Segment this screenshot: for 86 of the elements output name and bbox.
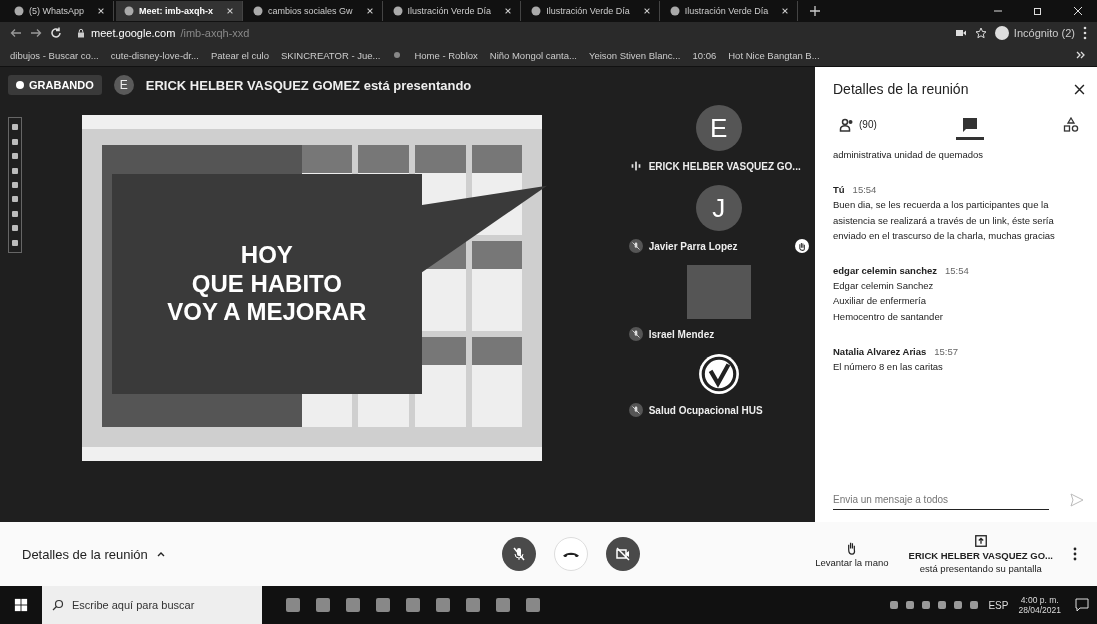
panel-tab[interactable]: (90)	[833, 112, 883, 140]
participant-avatar: E	[695, 105, 742, 151]
camera-button[interactable]	[606, 537, 640, 571]
clock[interactable]: 4:00 p. m. 28/04/2021	[1018, 595, 1061, 615]
favicon-icon	[124, 6, 135, 16]
video-placeholder	[686, 265, 751, 319]
lock-icon	[76, 28, 86, 38]
recording-dot-icon	[16, 81, 24, 89]
panel-title: Detalles de la reunión	[833, 81, 969, 97]
participant-name: Israel Mendez	[648, 328, 715, 340]
bookmark[interactable]: dibujos - Buscar co...	[10, 49, 99, 61]
message-time: 15:54	[852, 183, 877, 198]
shapes-icon	[1063, 116, 1079, 133]
close-icon[interactable]	[1074, 83, 1085, 95]
organization-logo-icon	[697, 353, 740, 395]
browser-tab[interactable]: Ilustración Verde Día	[384, 1, 522, 21]
browser-tab[interactable]: Meet: imb-axqh-x	[116, 1, 244, 21]
message-text: Auxiliar de enfermería	[833, 294, 927, 309]
hang-up-button[interactable]	[554, 537, 588, 571]
muted-mic-icon	[511, 546, 527, 562]
language-indicator[interactable]: ESP	[988, 599, 1009, 611]
bookmark[interactable]: Niño Mongol canta...	[489, 49, 577, 61]
message-text: administrativa unidad de quemados	[833, 148, 984, 162]
presenter-avatar: E	[113, 75, 134, 95]
browser-tab[interactable]: cambios sociales Gw	[245, 1, 383, 21]
meeting-details-button[interactable]: Detalles de la reunión	[22, 546, 322, 562]
participant-name: ERICK HELBER VASQUEZ GO...	[648, 160, 801, 172]
chat-icon	[961, 116, 978, 133]
people-icon	[839, 116, 855, 133]
bookmark[interactable]: cute-disney-love-dr...	[110, 49, 199, 61]
forward-icon[interactable]	[30, 27, 42, 39]
incognito-button[interactable]: Incógnito (2)	[994, 26, 1075, 40]
more-bookmarks-icon[interactable]	[1075, 49, 1087, 61]
slide-heading: QUE HABITO	[191, 269, 342, 299]
message-text: El número 8 en las caritas	[833, 359, 944, 374]
browser-tab[interactable]: Ilustración Verde Día	[661, 1, 799, 21]
presenting-button[interactable]: ERICK HELBER VASQUEZ GO... está presentando su pantalla	[908, 534, 1053, 574]
favicon-icon	[14, 6, 24, 16]
menu-icon[interactable]	[1083, 26, 1087, 40]
present-screen-icon	[973, 534, 988, 548]
favicon-icon	[392, 6, 403, 16]
message-sender: Natalia Alvarez Arias	[833, 344, 927, 359]
new-tab-icon[interactable]	[810, 6, 821, 16]
star-icon[interactable]	[974, 27, 987, 39]
message-text: Edgar celemin Sanchez	[833, 279, 935, 294]
participant-name: Javier Parra Lopez	[648, 240, 738, 252]
microphone-button[interactable]	[502, 537, 536, 571]
slide-heading: HOY	[240, 240, 293, 270]
presenter-title: ERICK HELBER VASQUEZ GOMEZ está presentando	[145, 77, 472, 93]
recording-label: GRABANDO	[29, 79, 94, 91]
message-time: 15:57	[934, 344, 959, 359]
favicon-icon	[253, 6, 264, 16]
taskbar-search-field[interactable]: Escribe aquí para buscar	[42, 586, 262, 624]
windows-start-icon[interactable]	[14, 598, 28, 612]
slide-heading: VOY A MEJORAR	[167, 298, 367, 328]
camera-off-icon	[615, 546, 631, 562]
message-sender: Tú	[833, 183, 845, 198]
bookmark[interactable]: Patear el culo	[210, 49, 269, 61]
bookmark[interactable]: 10:06	[692, 49, 717, 61]
raise-hand-button[interactable]: Levantar la mano	[815, 540, 889, 568]
participant-name: Salud Ocupacional HUS	[648, 404, 763, 416]
message-time: 15:54	[945, 263, 969, 278]
phone-icon	[563, 550, 579, 558]
message-text: Buen dia, se les recuerda a los participantes que la asistencia se realizará a través de un link, éste sería enviado en el trascurso de la charla, muchas gracias	[833, 198, 1056, 243]
reload-icon[interactable]	[50, 27, 62, 39]
browser-tab[interactable]: (5) WhatsApp	[6, 1, 115, 21]
notifications-icon[interactable]	[1075, 598, 1089, 612]
bookmark[interactable]: SKINCREATOR - Jue...	[281, 49, 381, 61]
participant-avatar: J	[695, 185, 742, 231]
bookmark[interactable]: Home - Roblox	[414, 49, 478, 61]
browser-tab[interactable]: Ilustración Verde Día	[523, 1, 660, 21]
address-field[interactable]: meet.google.com /imb-axqh-xxd	[70, 24, 947, 42]
favicon-icon	[531, 6, 542, 16]
restore-icon[interactable]	[1033, 6, 1043, 16]
message-sender: edgar celemin sanchez	[833, 263, 938, 278]
close-icon[interactable]	[97, 7, 106, 15]
bookmark[interactable]: Yeison Stiven Blanc...	[588, 49, 681, 61]
back-icon[interactable]	[10, 27, 22, 39]
bookmark-icon[interactable]	[392, 50, 403, 60]
close-icon[interactable]	[226, 7, 235, 15]
camera-icon[interactable]	[954, 27, 967, 39]
more-options-icon[interactable]	[1073, 547, 1077, 561]
bookmark[interactable]: Hot Nice Bangtan B...	[728, 49, 820, 61]
favicon-icon	[669, 6, 680, 16]
message-text: Hemocentro de santander	[833, 309, 944, 324]
search-icon	[52, 599, 64, 611]
